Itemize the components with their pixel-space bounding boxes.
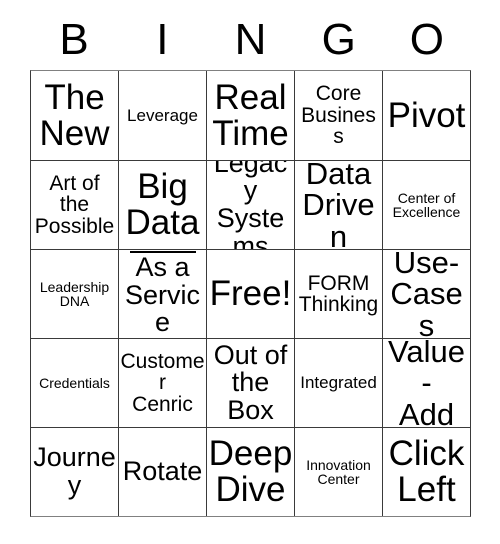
bingo-cell[interactable]: Legacy Systems (206, 160, 294, 249)
bingo-cell-label: Integrated (300, 373, 377, 393)
bingo-cell-label: Legacy Systems (213, 160, 288, 249)
bingo-cell-label: Pivot (387, 95, 466, 135)
bingo-cell-free-space[interactable]: Free! (206, 249, 294, 338)
bingo-cell-label: The New (39, 77, 110, 153)
bingo-cell[interactable]: Pivot (382, 71, 470, 160)
bingo-card: B I N G O The New Leverage Real Time Cor… (30, 10, 471, 517)
bingo-cell[interactable]: Use- Cases (382, 249, 470, 338)
bingo-header-row: B I N G O (30, 10, 471, 70)
bingo-cell[interactable]: Innovation Center (294, 427, 382, 516)
bingo-cell[interactable]: Center of Excellence (382, 160, 470, 249)
bingo-cell-label: As a Service (124, 252, 200, 338)
bingo-header-letter-o: O (409, 15, 445, 64)
bingo-cell[interactable]: Data Driven (294, 160, 382, 249)
bingo-cell-label: Deep Dive (208, 434, 293, 509)
bingo-cell-label: Out of the Box (213, 339, 288, 425)
bingo-cell[interactable]: Value- Add (382, 338, 470, 427)
bingo-cell-label: Big Data (125, 167, 200, 242)
bingo-cell-label: FORM Thinking (298, 271, 379, 316)
bingo-cell[interactable]: Real Time (206, 71, 294, 160)
bingo-cell-label: Credentials (39, 374, 110, 391)
bingo-cell[interactable]: Rotate (118, 427, 206, 516)
bingo-row: Leadership DNA As a Service Free! FORM T… (31, 249, 470, 338)
bingo-row: Journey Rotate Deep Dive Innovation Cent… (31, 427, 470, 516)
bingo-cell[interactable]: Out of the Box (206, 338, 294, 427)
bingo-cell-label: Leadership DNA (39, 278, 110, 309)
bingo-cell-label: Data Driven (302, 160, 375, 249)
bingo-cell-label: Art of the Possible (34, 171, 115, 238)
bingo-grid: The New Leverage Real Time Core Business… (30, 70, 471, 517)
bingo-cell-label: Rotate (122, 456, 203, 487)
bingo-header-letter-i: I (156, 15, 169, 64)
bingo-cell-label: Center of Excellence (392, 189, 461, 220)
bingo-cell-label: Leverage (127, 105, 198, 125)
bingo-cell-label: Customer Cenric (120, 349, 205, 416)
bingo-cell[interactable]: Integrated (294, 338, 382, 427)
bingo-cell[interactable]: Leverage (118, 71, 206, 160)
bingo-cell[interactable]: Art of the Possible (31, 160, 118, 249)
bingo-cell[interactable]: Click Left (382, 427, 470, 516)
bingo-cell-label: Use- Cases (390, 249, 463, 338)
bingo-cell-label: Real Time (212, 77, 289, 153)
bingo-cell-label: Value- Add (388, 338, 465, 427)
bingo-cell[interactable]: The New (31, 71, 118, 160)
bingo-cell[interactable]: As a Service (118, 249, 206, 338)
bingo-cell[interactable]: Credentials (31, 338, 118, 427)
bingo-cell[interactable]: Core Business (294, 71, 382, 160)
bingo-cell-label: Click Left (388, 434, 465, 509)
bingo-row: The New Leverage Real Time Core Business… (31, 71, 470, 160)
bingo-row: Art of the Possible Big Data Legacy Syst… (31, 160, 470, 249)
bingo-cell[interactable]: Deep Dive (206, 427, 294, 516)
bingo-cell-label: Journey (33, 442, 116, 500)
bingo-header-letter-g: G (321, 15, 356, 64)
bingo-cell-label: Free! (209, 274, 292, 314)
bingo-cell[interactable]: FORM Thinking (294, 249, 382, 338)
bingo-cell-content: As a Service (120, 251, 205, 337)
bingo-cell-label: Innovation Center (306, 456, 371, 487)
bingo-row: Credentials Customer Cenric Out of the B… (31, 338, 470, 427)
bingo-cell-label: Core Business (301, 82, 376, 149)
bingo-cell[interactable]: Big Data (118, 160, 206, 249)
bingo-cell[interactable]: Journey (31, 427, 118, 516)
bingo-header-letter-b: B (59, 15, 89, 64)
bingo-header-letter-n: N (234, 15, 267, 64)
bingo-cell[interactable]: Leadership DNA (31, 249, 118, 338)
bingo-cell[interactable]: Customer Cenric (118, 338, 206, 427)
